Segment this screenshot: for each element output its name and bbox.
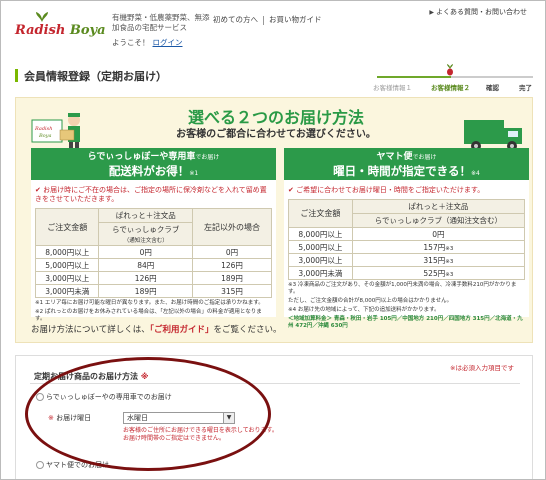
title-accent-bar	[15, 69, 18, 82]
col-other: 左記以外の場合	[192, 208, 272, 246]
banner-subtitle: お客様のご都合に合わせてお選びください。	[176, 129, 376, 140]
table-row: 8,000円以上 0円	[288, 227, 526, 241]
step-1: お客様情報１	[373, 84, 412, 92]
yamato-header: ヤマト便でお届け 曜日・時間が指定できる！※4	[284, 148, 529, 180]
site-tagline: 有機野菜・低農薬野菜、無添加食品の宅配サービス	[112, 13, 210, 32]
user-guide-link[interactable]: 「ご利用ガイド」	[150, 325, 214, 335]
logo-text: Radish Boya	[15, 23, 106, 38]
col-order-amount: ご注文金額	[34, 208, 100, 246]
footnote-3b: ただし、ご注文金額の合計が8,000円以上の場合はかかりません。	[288, 298, 453, 304]
page-title: 会員情報登録（定期お届け）	[15, 68, 215, 84]
table-row: 3,000円以上 126円 189円	[34, 271, 272, 285]
table-row: 3,000円以上 315円※3	[288, 253, 526, 267]
nav-first-time[interactable]: 初めての方へ	[213, 15, 258, 24]
step-3: 確認	[486, 84, 499, 92]
table-row: 5,000円以上 84円 126円	[34, 258, 272, 272]
header-nav: 初めての方へ お買い物ガイド	[213, 14, 322, 25]
radio-button[interactable]	[36, 461, 44, 469]
required-note: ※は必須入力項目です	[450, 364, 514, 372]
own-vehicle-fee-table: ご注文金額 ぱれっと＋注文品 左記以外の場合 らでぃっしゅクラブ （通知注文含む）…	[34, 208, 272, 298]
own-vehicle-body: ✔ お届け時にご不在の場合は、ご指定の場所に保冷剤などを入れて留め置きをさせてい…	[31, 180, 276, 322]
time-note: ✔ ご希望に合わせてお届け曜日・時間をご指定いただけます。	[288, 186, 485, 194]
table-row: 3,000円未満 525円※3	[288, 266, 526, 280]
yamato-fee-table: ご注文金額 ぱれっと＋注文品 らでぃっしゅクラブ（通知注文含む） 8,000円以…	[288, 199, 526, 280]
step-4: 完了	[519, 84, 532, 92]
step-2: お客様情報２	[431, 84, 470, 92]
footnote-3: ※3 冷凍商品のご注文があり、その金額が1,000円未満の場合、冷凍手数料210…	[288, 282, 517, 295]
arrow-right-icon: ▶	[429, 9, 434, 16]
nav-shopping-guide[interactable]: お買い物ガイド	[269, 15, 322, 24]
own-vehicle-column: らでぃっしゅぼーや専用車でお届け 配送料がお得！※1 ✔ お届け時にご不在の場合…	[31, 148, 276, 322]
steps-track-done	[377, 76, 451, 78]
table-row: 8,000円以上 0円 0円	[34, 245, 272, 259]
check-icon: ✔	[35, 186, 41, 194]
check-icon: ✔	[288, 186, 294, 194]
table-row: 5,000円以上 157円※3	[288, 240, 526, 254]
yamato-body: ✔ ご希望に合わせてお届け曜日・時間をご指定いただけます。 ご注文金額 ぱれっと…	[284, 180, 529, 329]
svg-text:Radish: Radish	[34, 126, 52, 132]
regional-surcharge: ＜地域加算料金＞ 青森・秋田・岩手 105円／中国地方 210円／四国地方 31…	[288, 316, 523, 329]
yamato-column: ヤマト便でお届け 曜日・時間が指定できる！※4 ✔ ご希望に合わせてお届け曜日・…	[284, 148, 529, 329]
col-order-amount: ご注文金額	[288, 199, 353, 228]
radish-leaf-icon	[36, 12, 48, 22]
delivery-methods-banner: Radish Boya 選べる２つのお届け方法 お客様のご都合に合わせてお選びく…	[15, 97, 533, 343]
nav-divider	[263, 15, 264, 25]
page-frame: Radish Boya 有機野菜・低農薬野菜、無添加食品の宅配サービス 初めての…	[0, 0, 546, 480]
footnote-2: ※2 ぱれっとのお届けをお休みされている場合は、「左記以外の場合」の料金が適用と…	[35, 309, 262, 322]
col-member-sub: らでぃっしゅクラブ（通知注文含む）	[351, 213, 526, 228]
login-link[interactable]: ログイン	[153, 38, 183, 47]
col-member: ぱれっと＋注文品	[98, 208, 193, 223]
svg-text:Boya: Boya	[38, 133, 52, 139]
annotation-ellipse	[25, 357, 271, 471]
absence-note: ✔ お届け時にご不在の場合は、ご指定の場所に保冷剤などを入れて留め置きをさせてい…	[35, 186, 267, 203]
footnote-4: ※4 お届け先の地域によって、下記の追加送料がかかります。	[288, 307, 440, 313]
table-row: 3,000円未満 189円 315円	[34, 284, 272, 298]
site-logo[interactable]: Radish Boya	[15, 11, 106, 41]
site-header: Radish Boya 有機野菜・低農薬野菜、無添加食品の宅配サービス 初めての…	[1, 1, 545, 53]
footnote-1: ※1 エリア毎にお届け可能な曜日が異なります。また、お届け時間のご指定は承りかね…	[35, 300, 264, 306]
radish-marker-icon	[447, 64, 453, 76]
guide-sentence: お届け方法について詳しくは、「ご利用ガイド」をご覧ください。	[31, 325, 282, 335]
welcome-text: ようこそ！ ログイン	[112, 38, 183, 47]
own-vehicle-header: らでぃっしゅぼーや専用車でお届け 配送料がお得！※1	[31, 148, 276, 180]
col-member: ぱれっと＋注文品	[351, 199, 526, 214]
col-member-sub: らでぃっしゅクラブ（通知注文含む）	[98, 222, 193, 246]
faq-contact-link[interactable]: ▶ よくある質問・お問い合わせ	[429, 7, 527, 17]
progress-steps: お客様情報１ お客様情報２ 確認 完了	[373, 61, 539, 95]
